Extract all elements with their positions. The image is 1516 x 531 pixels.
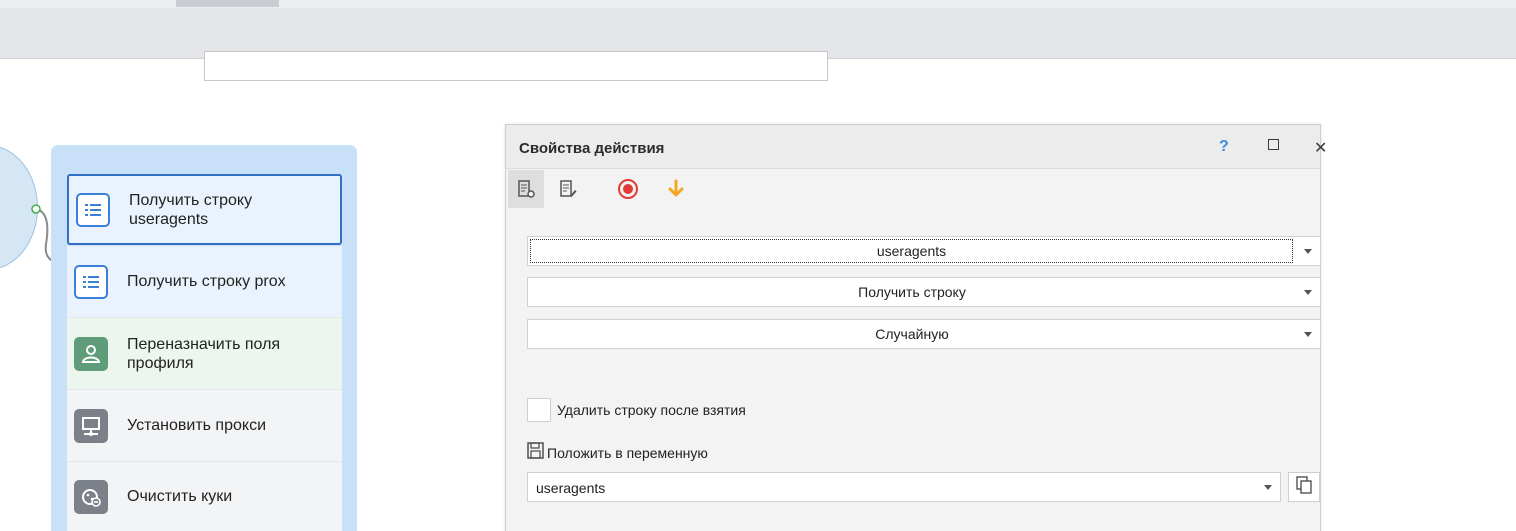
maximize-button[interactable]: [1268, 139, 1279, 150]
active-tab[interactable]: [176, 0, 279, 7]
action-label: Переназначить поля профиля: [127, 335, 281, 372]
action-clear-cookies[interactable]: Очистить куки: [67, 462, 342, 531]
action-label: Очистить куки: [127, 488, 233, 505]
delete-after-checkbox[interactable]: [527, 398, 551, 422]
properties-settings-icon[interactable]: [508, 170, 544, 208]
arrow-down-icon[interactable]: [658, 170, 694, 208]
chevron-down-icon[interactable]: [1296, 237, 1320, 265]
close-button[interactable]: ✕: [1314, 138, 1327, 158]
list-icon: [76, 192, 110, 227]
save-to-variable-label: Положить в переменную: [547, 445, 708, 461]
chevron-down-icon[interactable]: [1296, 278, 1320, 306]
action-get-line-prox[interactable]: Получить строку prox: [67, 246, 342, 318]
operation-select-value: Получить строку: [858, 284, 966, 300]
panel-header: Свойства действия ? ✕: [506, 125, 1327, 169]
list-select[interactable]: useragents: [527, 236, 1321, 266]
action-label: Получить строку prox: [127, 273, 286, 290]
action-reassign-profile-fields[interactable]: Переназначить поля профиля: [67, 318, 342, 390]
properties-edit-icon[interactable]: [550, 170, 586, 208]
delete-after-label: Удалить строку после взятия: [557, 402, 746, 418]
user-icon: [74, 336, 108, 371]
cookie-icon: [74, 479, 108, 514]
panel-search-input[interactable]: [204, 51, 828, 81]
copy-icon: [1296, 475, 1312, 499]
line-mode-select-value: Случайную: [875, 326, 949, 342]
monitor-network-icon: [74, 408, 108, 443]
variable-select[interactable]: useragents: [527, 472, 1281, 502]
action-label: Установить прокси: [127, 417, 266, 434]
operation-select[interactable]: Получить строку: [527, 277, 1321, 307]
help-button[interactable]: ?: [1219, 138, 1229, 156]
panel-toolbar: [506, 170, 1320, 210]
chevron-down-icon[interactable]: [1296, 320, 1320, 348]
line-mode-select[interactable]: Случайную: [527, 319, 1321, 349]
top-tab-strip: [0, 0, 1516, 8]
save-to-variable-row: Положить в переменную: [527, 442, 708, 464]
copy-variable-button[interactable]: [1288, 472, 1320, 502]
list-select-value: useragents: [530, 239, 1293, 263]
record-icon[interactable]: [610, 170, 646, 208]
delete-after-row: Удалить строку после взятия: [527, 397, 746, 423]
action-set-proxy[interactable]: Установить прокси: [67, 390, 342, 462]
action-get-line-useragents[interactable]: Получить строку useragents: [67, 174, 342, 245]
save-disk-icon: [527, 442, 544, 464]
action-label: Получить строку useragents: [129, 191, 253, 228]
list-icon: [74, 264, 108, 299]
output-port[interactable]: [31, 204, 41, 214]
panel-title: Свойства действия: [519, 140, 665, 157]
variable-select-value: useragents: [536, 480, 606, 496]
chevron-down-icon[interactable]: [1256, 473, 1280, 501]
